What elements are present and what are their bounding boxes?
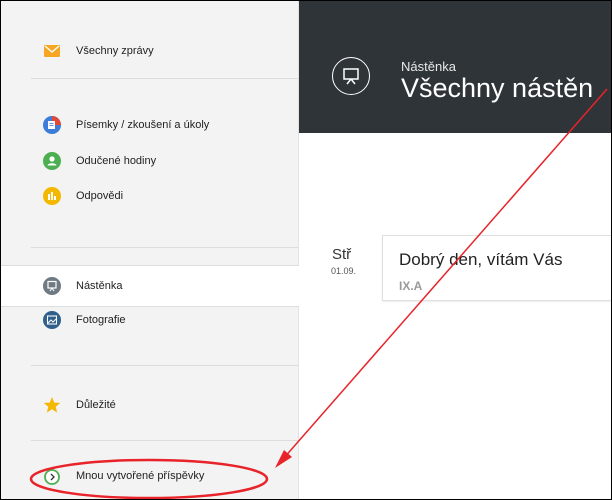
page-title: Všechny nástěn bbox=[401, 73, 594, 103]
post-day: Stř bbox=[332, 246, 352, 263]
sidebar-item-label: Všechny zprávy bbox=[76, 45, 154, 57]
sidebar-item-my-posts[interactable]: Mnou vytvořené příspěvky bbox=[1, 456, 298, 496]
sidebar-item-all-messages[interactable]: Všechny zprávy bbox=[1, 31, 298, 71]
sidebar-item-label: Odučené hodiny bbox=[76, 155, 157, 167]
mail-icon bbox=[43, 42, 61, 60]
sidebar-item-important[interactable]: Důležité bbox=[1, 385, 298, 425]
post-card[interactable]: Dobrý den, vítám Vás IX.A bbox=[382, 235, 611, 301]
app-frame: Všechny zprávy Písemky / zkoušení a úkol… bbox=[0, 0, 612, 500]
sidebar-divider bbox=[31, 440, 298, 441]
sidebar: Všechny zprávy Písemky / zkoušení a úkol… bbox=[1, 1, 299, 499]
sidebar-divider bbox=[31, 365, 298, 366]
sidebar-divider bbox=[31, 78, 298, 79]
noticeboard-icon bbox=[332, 57, 370, 95]
sidebar-divider bbox=[31, 247, 298, 248]
sidebar-item-label: Důležité bbox=[76, 399, 116, 411]
my-posts-icon bbox=[43, 467, 61, 485]
sidebar-item-label: Písemky / zkoušení a úkoly bbox=[76, 119, 210, 131]
star-icon bbox=[43, 396, 61, 414]
photos-icon bbox=[43, 311, 61, 329]
sidebar-item-tests[interactable]: Písemky / zkoušení a úkoly bbox=[1, 105, 298, 145]
page-header: Nástěnka Všechny nástěn bbox=[299, 1, 611, 133]
post-date: 01.09. bbox=[331, 266, 357, 276]
lessons-icon bbox=[43, 152, 61, 170]
sidebar-item-answers[interactable]: Odpovědi bbox=[1, 176, 298, 216]
sidebar-item-label: Nástěnka bbox=[76, 280, 123, 292]
sidebar-item-label: Odpovědi bbox=[76, 190, 124, 202]
sidebar-item-label: Fotografie bbox=[76, 314, 126, 326]
post-text: Dobrý den, vítám Vás bbox=[399, 250, 563, 269]
noticeboard-icon bbox=[43, 277, 61, 295]
header-subtitle: Nástěnka bbox=[401, 59, 456, 74]
post-class: IX.A bbox=[399, 279, 423, 293]
answers-icon bbox=[43, 187, 61, 205]
sidebar-item-lessons[interactable]: Odučené hodiny bbox=[1, 141, 298, 181]
sidebar-item-label: Mnou vytvořené příspěvky bbox=[76, 470, 205, 482]
sidebar-item-photos[interactable]: Fotografie bbox=[1, 300, 298, 340]
tasks-icon bbox=[43, 116, 61, 134]
